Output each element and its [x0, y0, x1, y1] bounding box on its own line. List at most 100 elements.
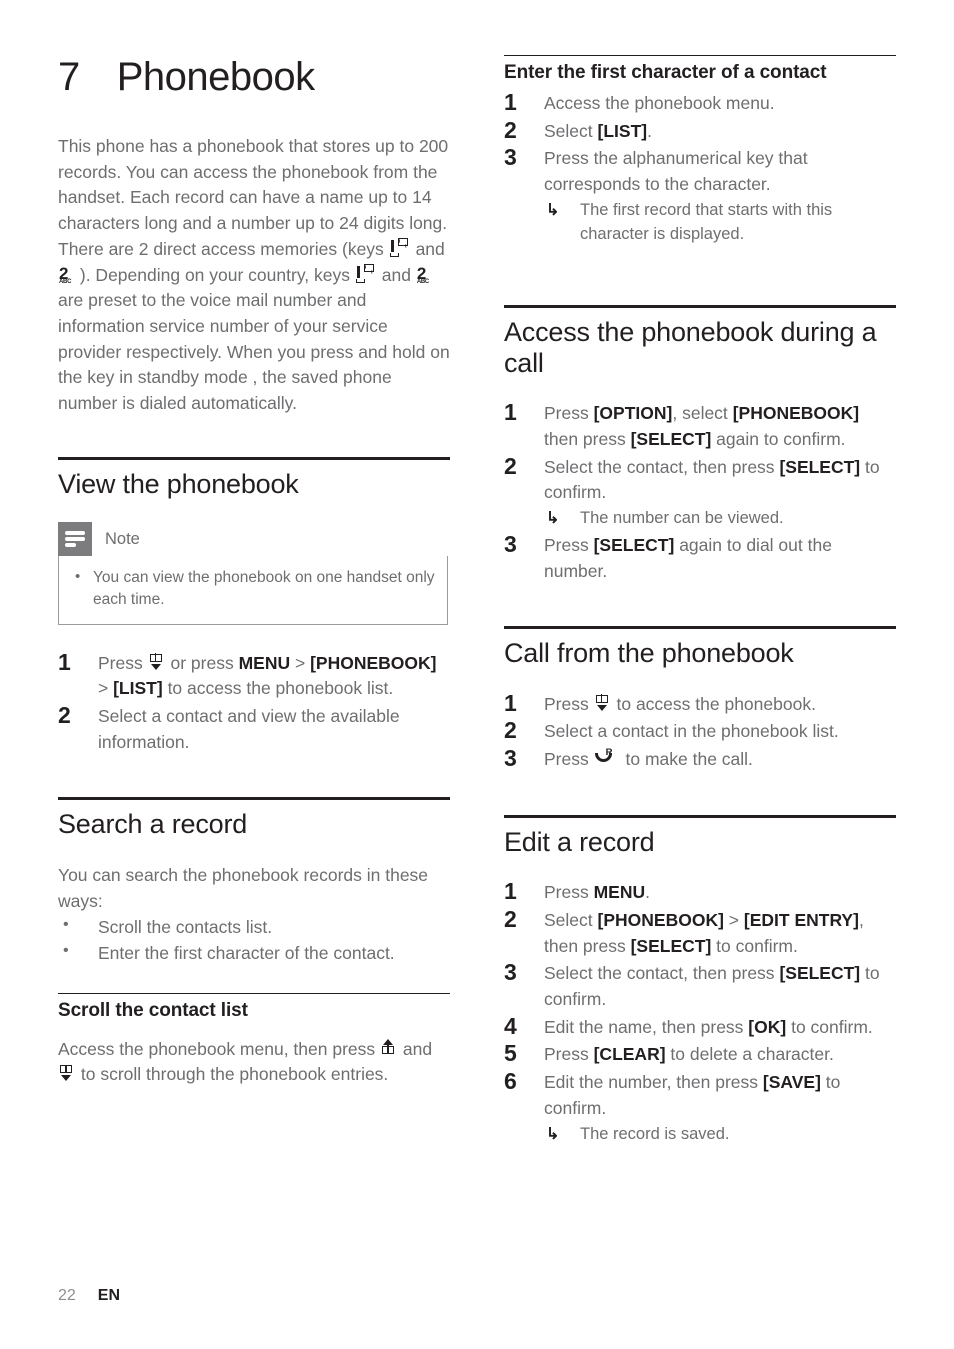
key-1-voicemail-icon — [355, 263, 376, 284]
key-select: [SELECT] — [779, 963, 861, 984]
step-item: 1 Press MENU. — [504, 878, 896, 906]
section-heading-view-phonebook: View the phonebook — [58, 468, 299, 499]
step-number: 1 — [504, 689, 517, 716]
step-number: 2 — [504, 717, 517, 744]
intro-p2-part-a: There are 2 direct access memories (keys — [58, 238, 384, 259]
step-text-c: to confirm. — [716, 935, 798, 956]
step-text-b: to confirm. — [791, 1016, 873, 1037]
note-box: Note You can view the phonebook on one h… — [58, 522, 448, 625]
step-item: 3 Press the alphanumerical key that corr… — [504, 144, 896, 247]
step-result: ↳ The number can be viewed. — [544, 507, 896, 531]
key-2-abc-icon: 2 ABC — [416, 263, 429, 285]
step-item: 3 Press R to make the call. — [504, 745, 896, 773]
step-item: 2 Select [PHONEBOOK] > [EDIT ENTRY], the… — [504, 905, 896, 959]
key-clear: [CLEAR] — [593, 1044, 666, 1065]
step-text-b: to make the call. — [625, 749, 753, 770]
step-item: 3 Press [SELECT] again to dial out the n… — [504, 530, 896, 584]
step-text-a: Edit the number, then press — [544, 1072, 759, 1093]
step-number: 2 — [504, 905, 517, 932]
step-result: ↳ The record is saved. — [544, 1123, 896, 1147]
key-ok: [OK] — [748, 1016, 787, 1037]
step-text-a: Select the contact, then press — [544, 456, 775, 477]
key-select: [SELECT] — [593, 534, 675, 555]
gt-2: > — [98, 678, 109, 699]
list-item: Scroll the contacts list. — [58, 913, 450, 940]
language-code: EN — [97, 1287, 121, 1304]
section-rule — [504, 304, 896, 308]
step-text-b: . — [647, 120, 652, 141]
key-select: [SELECT] — [630, 428, 712, 449]
step-item: 2 Select a contact in the phonebook list… — [504, 717, 896, 745]
key-save: [SAVE] — [762, 1072, 821, 1093]
step-number: 1 — [504, 878, 517, 905]
step-text-a: Select the contact, then press — [544, 963, 775, 984]
page-footer: 22 EN — [58, 1287, 120, 1305]
step-item: 1 Press to access the phonebook. — [504, 689, 896, 718]
step-number: 5 — [504, 1040, 517, 1067]
key-menu: MENU — [593, 882, 646, 903]
intro-p2-part-c: ). Depending on your country, keys — [79, 264, 350, 285]
note-item: You can view the phonebook on one handse… — [71, 566, 435, 610]
step-text-b: or press — [170, 652, 234, 673]
section-heading-edit-record: Edit a record — [504, 826, 655, 857]
step-text-b: to access the phonebook. — [616, 693, 816, 714]
section-heading-call-from-phonebook: Call from the phonebook — [504, 638, 794, 669]
scroll-instructions: Access the phonebook menu, then press an… — [58, 1037, 450, 1088]
result-text: The record is saved. — [580, 1124, 730, 1143]
right-column: Enter the first character of a contact 1… — [504, 55, 896, 1149]
result-text: The first record that starts with this c… — [580, 200, 833, 243]
result-arrow-icon: ↳ — [546, 510, 560, 528]
step-text-a: Select — [544, 120, 593, 141]
search-intro: You can search the phonebook records in … — [58, 864, 429, 911]
step-text-a: Press — [544, 403, 589, 424]
note-header: Note — [58, 522, 448, 557]
step-text-b: , select — [672, 403, 728, 424]
step-text-a: Access the phonebook menu. — [544, 92, 775, 113]
step-text-a: Select a contact and view the available … — [98, 706, 400, 752]
key-select: [SELECT] — [779, 456, 861, 477]
intro-p2-part-e: are preset to the voice mail number and … — [58, 290, 450, 414]
key-phonebook: [PHONEBOOK] — [597, 909, 724, 930]
scroll-text-a: Access the phonebook menu, then press — [58, 1038, 376, 1059]
chapter-heading: 7 Phonebook — [58, 55, 450, 100]
step-text-a: Press — [544, 1044, 589, 1065]
step-text-a: Select a contact in the phonebook list. — [544, 721, 839, 742]
intro-paragraph-2: There are 2 direct access memories (keys… — [58, 237, 450, 417]
scroll-text-b: and — [402, 1038, 433, 1059]
step-item: 1 Access the phonebook menu. — [504, 88, 896, 117]
section-heading-access-during-call: Access the phonebook during a call — [504, 316, 877, 378]
note-icon — [58, 522, 92, 557]
step-number: 2 — [504, 116, 517, 143]
intro-p2-part-d: and — [381, 264, 411, 285]
step-number: 1 — [504, 88, 517, 115]
section-heading-search-record: Search a record — [58, 809, 248, 840]
step-number: 4 — [504, 1012, 517, 1039]
phonebook-down-icon — [149, 652, 164, 673]
key-list: [LIST] — [113, 678, 163, 699]
chapter-number: 7 — [58, 55, 80, 99]
key-edit-entry: [EDIT ENTRY] — [743, 909, 859, 930]
left-column: 7 Phonebook This phone has a phonebook t… — [58, 55, 450, 1088]
key-list: [LIST] — [597, 120, 648, 141]
gt-1: > — [294, 652, 306, 673]
section-rule — [58, 456, 450, 460]
section-rule — [504, 626, 896, 630]
step-number: 1 — [58, 648, 71, 675]
step-text-a: Edit the name, then press — [544, 1016, 744, 1037]
step-text-a: Press — [98, 652, 143, 673]
step-number: 3 — [504, 530, 517, 557]
key-select: [SELECT] — [630, 935, 712, 956]
result-text: The number can be viewed. — [580, 509, 784, 528]
step-text-b: . — [645, 882, 651, 903]
step-item: 6 Edit the number, then press [SAVE] to … — [504, 1068, 896, 1147]
search-ways-list: Scroll the contacts list. Enter the firs… — [58, 913, 450, 967]
step-result: ↳ The first record that starts with this… — [544, 199, 896, 247]
key-phonebook: [PHONEBOOK] — [310, 652, 437, 673]
subsection-rule — [504, 55, 896, 56]
step-number: 2 — [504, 452, 517, 479]
step-item: 1 Press or press MENU > [PHONEBOOK] > [L… — [58, 648, 450, 702]
step-text-a: Press the alphanumerical key that corres… — [544, 148, 808, 194]
step-number: 1 — [504, 399, 517, 426]
phonebook-down-icon — [595, 694, 610, 714]
step-text-c: then press — [544, 428, 626, 449]
